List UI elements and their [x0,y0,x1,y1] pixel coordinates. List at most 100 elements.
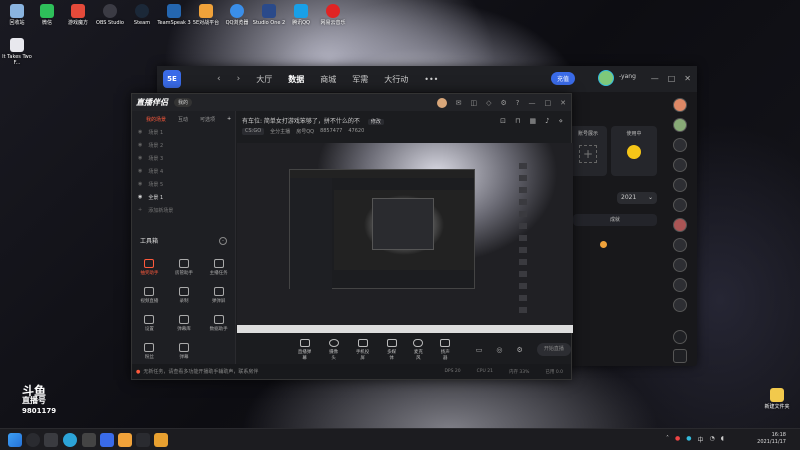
screenshot-icon[interactable]: ⊡ [500,117,506,125]
streamer-avatar[interactable] [436,98,447,108]
share-icon[interactable]: ⋄ [559,117,563,125]
user-avatar[interactable] [598,70,614,86]
back-arrow-icon[interactable]: ‹ [217,74,221,84]
nav-shop[interactable]: 商城 [320,74,336,85]
account-display-card[interactable]: 账号展示 + [569,126,607,176]
task-view-icon[interactable] [44,433,58,447]
friend-avatar[interactable] [673,178,687,192]
eye-icon[interactable]: ◉ [138,129,142,135]
microphone-button[interactable]: 麦克风 [412,338,425,361]
tool-fans[interactable]: 粉丝 [132,343,167,360]
add-friend-icon[interactable] [673,330,687,344]
desktop-icon-new-folder[interactable]: 新建文件夹 [760,388,794,410]
settings-icon[interactable]: ⚙ [516,346,522,354]
close-icon[interactable]: ✕ [560,99,566,107]
friend-avatar[interactable] [673,278,687,292]
lock-icon[interactable]: ⊓ [515,117,520,125]
eye-icon[interactable]: ◉ [138,194,142,200]
eye-icon[interactable]: ◉ [138,155,142,161]
desktop-icon-studio-one[interactable]: Studio One 2 [252,4,286,26]
desktop-icon-teamspeak[interactable]: TeamSpeak 3 [157,4,191,26]
close-icon[interactable]: ✕ [684,74,691,83]
tab-options[interactable]: 可选项 [200,116,215,123]
tool-video-live[interactable]: 视频直播 [132,287,167,304]
friend-avatar[interactable] [673,298,687,312]
nav-data[interactable]: 数据 [288,74,304,85]
friend-avatar[interactable] [673,98,687,112]
search-icon[interactable] [26,433,40,447]
settings-icon[interactable]: ⚙ [501,99,507,107]
in-use-card[interactable]: 使用中 [611,126,657,176]
minimize-icon[interactable]: — [651,74,659,83]
friend-avatar[interactable] [673,218,687,232]
record-video-icon[interactable]: ▭ [476,346,483,354]
year-select[interactable]: 2021 ⌄ [617,192,657,204]
desktop-icon-game-cube[interactable]: 游戏魔方 [61,4,95,26]
desktop-icon-5e[interactable]: 5E对战平台 [189,4,223,26]
tray-app-icon[interactable]: ● [675,435,680,444]
forward-arrow-icon[interactable]: › [237,74,241,84]
friend-avatar[interactable] [673,138,687,152]
minimize-icon[interactable]: — [529,99,536,107]
phone-cast-button[interactable]: 手机投屏 [354,338,371,361]
shirt-icon[interactable]: ◇ [486,99,491,107]
eye-icon[interactable]: ◉ [138,181,142,187]
taskbar-app-icon[interactable] [118,433,132,447]
gift-icon[interactable]: ◫ [470,99,477,107]
restore-icon[interactable]: □ [545,99,552,107]
tool-lottery[interactable]: 抽奖助手 [132,259,167,276]
tool-danmu[interactable]: 弹幕 [167,343,202,360]
edge-icon[interactable] [63,433,77,447]
tool-record[interactable]: 录制 [167,287,202,304]
scene-item[interactable]: ◉ 场景 2 [132,136,235,149]
chat-icon[interactable] [673,349,687,363]
help-icon[interactable]: ? [516,99,520,107]
stream-preview[interactable] [237,143,573,333]
desktop-icon-qq[interactable]: 腾讯QQ [284,4,318,26]
taskbar-app-icon[interactable] [136,433,150,447]
desktop-icon-recycle-bin[interactable]: 回收站 [0,4,34,26]
friend-avatar[interactable] [673,158,687,172]
volume-icon[interactable]: ◖ [721,435,724,444]
language-indicator[interactable]: 中 [698,435,704,444]
eye-icon[interactable]: ◉ [138,142,142,148]
message-icon[interactable]: ✉ [456,99,462,107]
add-new-scene[interactable]: + 添加新场景 [132,201,235,214]
quality-icon[interactable]: ◎ [496,346,502,354]
recharge-button[interactable]: 充值 [551,72,576,85]
bell-icon[interactable]: ♪ [545,117,549,125]
friend-avatar[interactable] [673,238,687,252]
start-icon[interactable] [8,433,22,447]
game-category[interactable]: CS:GO [242,128,265,135]
record-tab[interactable]: 成就 [573,214,657,226]
friend-avatar[interactable] [673,258,687,272]
network-icon[interactable]: ◔ [710,435,715,444]
tray-app-icon[interactable]: ● [686,435,691,444]
desktop-icon-steam[interactable]: Steam [125,4,159,26]
tool-danmu-screen[interactable]: 弹弹屏 [201,287,236,304]
taskbar-app-icon[interactable] [100,433,114,447]
nav-supply[interactable]: 军需 [352,74,368,85]
taskbar-app-icon[interactable] [154,433,168,447]
tool-danmu-library[interactable]: 弹幕库 [167,315,202,332]
taskbar-app-icon[interactable] [82,433,96,447]
maximize-icon[interactable]: □ [668,74,676,83]
scene-item-active[interactable]: ◉ 全景 1 [132,188,235,201]
nav-more[interactable]: ••• [424,75,438,84]
tab-interact[interactable]: 互动 [178,116,188,123]
taskbar-clock[interactable]: 16:18 2021/11/17 [757,432,786,446]
mine-tag[interactable]: 我的 [174,98,193,107]
live-danmu-button[interactable]: 直播弹幕 [296,338,313,361]
toolbox-collapse-icon[interactable]: – [219,236,227,245]
friend-avatar[interactable] [673,198,687,212]
multimedia-button[interactable]: 多媒体 [385,338,398,361]
layout-icon[interactable]: ▦ [530,117,537,125]
tool-settings[interactable]: 设置 [132,315,167,332]
desktop-icon-qq-browser[interactable]: QQ浏览器 [220,4,254,26]
desktop-icon-obs[interactable]: OBS Studio [93,4,127,26]
scene-item[interactable]: ◉ 场景 3 [132,149,235,162]
camera-button[interactable]: 摄像头 [327,338,340,361]
friend-avatar[interactable] [673,118,687,132]
start-live-button[interactable]: 开始直播 [536,343,572,356]
tool-room-manager[interactable]: 房管助手 [167,259,202,276]
